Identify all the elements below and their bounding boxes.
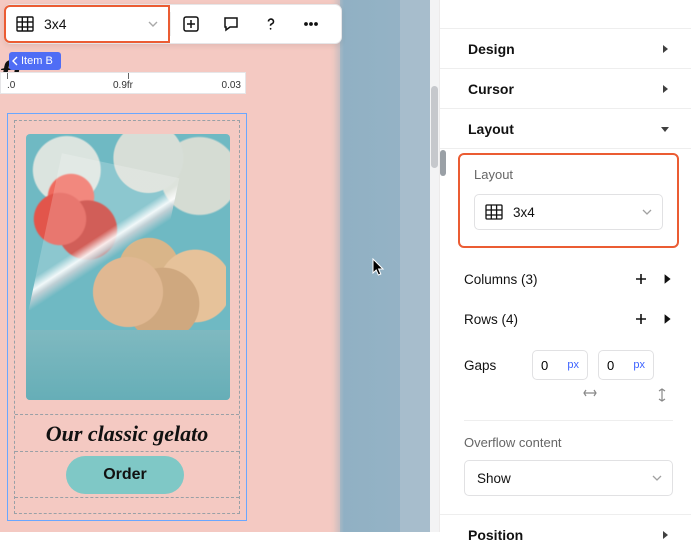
overflow-value: Show xyxy=(477,471,511,486)
grid-size-value: 3x4 xyxy=(44,16,67,32)
order-button-label: Order xyxy=(103,466,147,484)
floating-toolbar: 3x4 xyxy=(4,4,342,44)
gap-horizontal-unit[interactable]: px xyxy=(567,359,579,371)
gap-horizontal-value: 0 xyxy=(541,358,548,373)
selected-grid-item[interactable]: Our classic gelato Order xyxy=(7,113,247,521)
chevron-down-icon xyxy=(642,207,652,217)
inspector-panel: Design Cursor Layout Layout xyxy=(439,0,691,532)
gaps-label: Gaps xyxy=(464,358,522,373)
expand-rows-button[interactable] xyxy=(661,313,673,325)
gap-horizontal-input[interactable]: 0 px xyxy=(532,350,588,380)
panel-scrollbar-thumb[interactable] xyxy=(440,150,446,176)
chevron-down-icon xyxy=(660,125,670,133)
chevron-right-icon xyxy=(661,530,669,540)
layout-dropdown-value: 3x4 xyxy=(513,205,535,220)
ruler-tick-1: 0.9fr xyxy=(113,80,133,91)
horizontal-arrows-icon xyxy=(583,388,597,402)
help-button[interactable] xyxy=(251,5,291,43)
chevron-down-icon xyxy=(148,19,158,29)
canvas[interactable]: fi 3x4 xyxy=(0,0,439,532)
layout-section-body: Layout 3x4 Columns (3) xyxy=(440,148,691,514)
grid-icon xyxy=(16,16,34,32)
rows-row: Rows (4) xyxy=(464,302,673,336)
layout-card-highlight: Layout 3x4 xyxy=(458,153,679,248)
gap-direction-icons xyxy=(464,388,667,402)
ruler-tick-2: 0.03 xyxy=(222,80,241,91)
section-position[interactable]: Position xyxy=(440,514,691,554)
vertical-arrows-icon xyxy=(657,388,667,402)
chevron-down-icon xyxy=(652,473,662,483)
columns-label: Columns (3) xyxy=(464,272,538,287)
gap-vertical-unit[interactable]: px xyxy=(633,359,645,371)
overflow-label: Overflow content xyxy=(464,435,673,450)
add-column-button[interactable] xyxy=(635,273,647,285)
section-design[interactable]: Design xyxy=(440,28,691,68)
gaps-row: Gaps 0 px 0 px xyxy=(464,350,673,380)
comment-button[interactable] xyxy=(211,5,251,43)
section-layout[interactable]: Layout xyxy=(440,108,691,148)
grid-size-dropdown[interactable]: 3x4 xyxy=(4,5,170,43)
grid-icon xyxy=(485,204,503,220)
layout-tool-button[interactable] xyxy=(171,5,211,43)
chevron-right-icon xyxy=(661,84,669,94)
column-ruler[interactable]: .0 0.9fr 0.03 xyxy=(0,72,246,94)
canvas-scrollbar-thumb[interactable] xyxy=(431,86,438,168)
section-cursor[interactable]: Cursor xyxy=(440,68,691,108)
more-button[interactable] xyxy=(291,5,331,43)
section-cursor-label: Cursor xyxy=(468,81,514,97)
ruler-tick-0: .0 xyxy=(7,80,15,91)
breadcrumb-label: Item B xyxy=(21,55,53,67)
expand-columns-button[interactable] xyxy=(661,273,673,285)
gap-vertical-input[interactable]: 0 px xyxy=(598,350,654,380)
add-row-button[interactable] xyxy=(635,313,647,325)
product-image[interactable] xyxy=(26,134,230,400)
canvas-scrollbar[interactable] xyxy=(430,0,439,532)
mouse-cursor-icon xyxy=(372,258,386,276)
layout-label: Layout xyxy=(474,167,663,182)
canvas-bg-edge xyxy=(330,0,400,532)
overflow-block: Overflow content Show xyxy=(464,420,673,496)
section-design-label: Design xyxy=(468,41,515,57)
selection-breadcrumb[interactable]: Item B xyxy=(9,52,61,70)
product-title[interactable]: Our classic gelato xyxy=(8,421,246,447)
layout-dropdown[interactable]: 3x4 xyxy=(474,194,663,230)
panel-scrollbar[interactable] xyxy=(440,0,446,532)
gap-vertical-value: 0 xyxy=(607,358,614,373)
columns-row: Columns (3) xyxy=(464,262,673,296)
rows-label: Rows (4) xyxy=(464,312,518,327)
section-layout-label: Layout xyxy=(468,121,514,137)
overflow-dropdown[interactable]: Show xyxy=(464,460,673,496)
order-button[interactable]: Order xyxy=(66,456,184,494)
chevron-right-icon xyxy=(661,44,669,54)
section-position-label: Position xyxy=(468,527,523,543)
